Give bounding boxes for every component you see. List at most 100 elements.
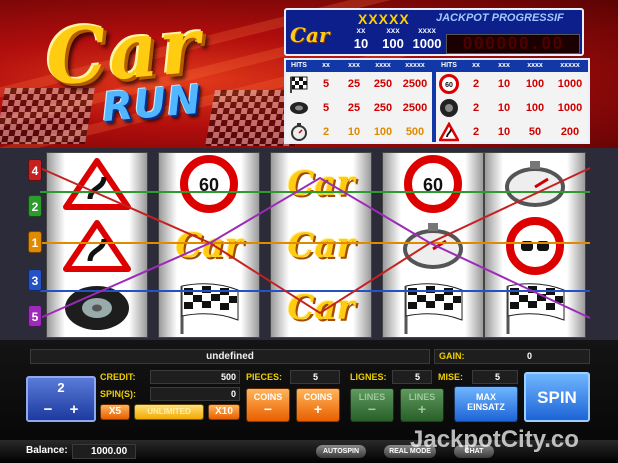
autospin-x10-button[interactable]: X10 [208,404,240,420]
paytable: HITS xx xxx xxxx xxxxx HITS xx xxx xxxx … [284,58,590,144]
paytable-value: 2 [472,78,480,90]
lignes-field: 5 [392,370,432,384]
slot-game-window: Car RUN XXXXX JACKPOT PROGRESSIF Car xx … [0,0,618,463]
bet-decrease-button[interactable]: − [40,402,56,418]
jackpot-col-head: xxx [386,26,400,35]
game-header: Car RUN XXXXX JACKPOT PROGRESSIF Car xx … [0,0,618,148]
paytable-header: xx [462,60,490,72]
max-bet-button[interactable]: MAX EINSATZ [454,386,518,422]
speed-60-sign-icon: 60 [159,153,259,215]
coins-increase-button[interactable]: COINS + [296,388,340,422]
stopwatch-icon [383,215,483,277]
max-bet-label-2: EINSATZ [467,402,505,412]
no-overtaking-sign-icon [485,215,585,277]
speed-60-sign-icon: 60 [383,153,483,215]
jackpot-col-head: xx [356,26,366,35]
curve-warning-sign-icon [47,215,147,277]
paytable-value: 500 [405,126,425,138]
spins-label: SPIN(S): [100,389,136,399]
paytable-header: xx [312,60,340,72]
gain-label: GAIN: [439,351,465,361]
balance-field: 1000.00 [72,444,136,459]
paytable-value: 250 [373,78,393,90]
line-marker-1[interactable]: 1 [28,231,42,253]
paytable-value: 2 [322,126,330,138]
curve-warning-sign-icon [47,153,147,215]
paytable-header-hits: HITS [286,60,312,72]
jackpot-counter: 000000.00 [446,34,580,54]
paytable-value: 10 [347,126,361,138]
plus-icon: + [313,401,323,417]
plus-icon: + [417,401,427,417]
line-marker-3[interactable]: 3 [28,269,42,291]
car-logo-icon: Car [287,226,355,266]
paytable-value: 5 [322,78,330,90]
paytable-value: 10 [497,78,511,90]
paytable-value: 25 [347,102,361,114]
car-logo-icon: Car [287,164,355,204]
line-marker-4[interactable]: 4 [28,159,42,181]
site-watermark: JackpotCity.co [410,426,579,453]
coins-decrease-button[interactable]: COINS − [246,388,290,422]
paytable-value: 100 [373,126,393,138]
tire-icon [47,277,147,337]
credit-label: CREDIT: [100,372,136,382]
game-logo-run: RUN [100,76,204,132]
reel-area: 60 Car Car Car Car 60 4 2 1 3 5 [0,148,618,340]
gain-bar: GAIN: 0 [434,349,590,364]
minus-icon: − [263,401,273,417]
paytable-value: 1000 [557,102,583,114]
jackpot-label: JACKPOT PROGRESSIF [436,12,564,24]
credit-value: 500 [220,372,236,382]
paytable-value: 1000 [557,78,583,90]
reel-5 [484,152,586,338]
jackpot-bet-100: 100 [382,36,404,51]
paytable-value: 100 [525,78,545,90]
reel-3: Car Car Car [270,152,372,338]
stopwatch-icon [287,120,311,144]
reel-4: 60 [382,152,484,338]
bet-increase-button[interactable]: + [66,402,82,418]
paytable-value: 10 [497,126,511,138]
svg-text:60: 60 [445,82,453,89]
checkered-flag-icon [485,277,585,337]
paytable-header: xxx [490,60,518,72]
message-bar: undefined [30,349,430,364]
paytable-header: xxx [340,60,368,72]
paytable-header: xxxxx [398,60,432,72]
paytable-value: 10 [497,102,511,114]
paytable-value: 5 [322,102,330,114]
spin-button[interactable]: SPIN [524,372,590,422]
checkered-flag-icon [159,277,259,337]
autospin-unlimited-button[interactable]: UNLIMITED [134,404,204,420]
mise-field: 5 [472,370,518,384]
autospin-mode-button[interactable]: AUTOSPIN [316,445,366,458]
paytable-header-hits: HITS [436,60,462,72]
lignes-value: 5 [415,372,421,382]
paytable-header: xxxx [518,60,552,72]
stopwatch-icon [485,153,585,215]
checkered-flag-icon [287,72,311,96]
pieces-label: PIECES: [246,372,283,382]
lignes-label: LIGNES: [350,372,387,382]
paytable-value: 25 [347,78,361,90]
mise-label: MISE: [438,372,464,382]
car-logo-icon: Car [175,226,243,266]
paytable-value: 2 [472,102,480,114]
line-marker-2[interactable]: 2 [28,195,42,217]
autospin-x5-button[interactable]: X5 [100,404,130,420]
tire-icon [287,96,311,120]
svg-text:60: 60 [423,175,443,195]
jackpot-bet-1000: 1000 [412,36,442,51]
lines-decrease-button[interactable]: LINES − [350,388,394,422]
mise-value: 5 [495,372,501,382]
paytable-value: 2 [472,126,480,138]
max-bet-label-1: MAX [476,392,496,402]
lines-increase-button[interactable]: LINES + [400,388,444,422]
credit-field: 500 [150,370,240,384]
jackpot-logo: Car [290,23,330,47]
balance-value: 1000.00 [91,446,128,457]
minus-icon: − [367,401,377,417]
line-marker-5[interactable]: 5 [28,305,42,327]
jackpot-bet-10: 10 [353,36,369,51]
